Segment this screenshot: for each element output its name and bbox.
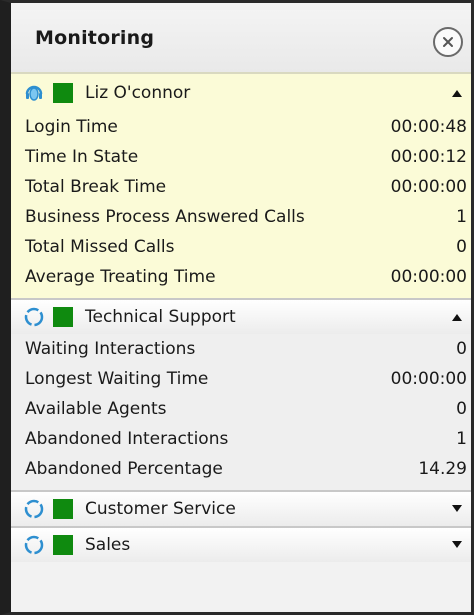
metric-value: 00:00:00 — [390, 177, 467, 197]
status-square-icon — [53, 499, 73, 519]
agent-name: Liz O'connor — [85, 83, 191, 103]
metric-value: 1 — [456, 207, 467, 227]
metric-label: Abandoned Percentage — [25, 459, 223, 479]
metric-value: 0 — [456, 339, 467, 359]
metric-value: 0 — [456, 399, 467, 419]
metric-label: Total Missed Calls — [25, 237, 175, 257]
queue-metrics: Waiting Interactions 0 Longest Waiting T… — [11, 334, 471, 490]
queue-section-sales: Sales — [11, 526, 471, 562]
status-square-icon — [53, 83, 73, 103]
queue-section-header[interactable]: Technical Support — [11, 300, 471, 334]
metric-row: Abandoned Percentage 14.29 — [25, 454, 467, 484]
metric-label: Business Process Answered Calls — [25, 207, 305, 227]
queue-section-header[interactable]: Customer Service — [11, 492, 471, 526]
metric-value: 00:00:00 — [390, 267, 467, 287]
metric-row: Time In State 00:00:12 — [25, 142, 467, 172]
chevron-up-icon[interactable] — [451, 88, 463, 98]
queue-name: Customer Service — [85, 499, 236, 519]
metric-row: Login Time 00:00:48 — [25, 112, 467, 142]
metric-label: Longest Waiting Time — [25, 369, 209, 389]
metric-value: 14.29 — [418, 459, 467, 479]
agent-metrics: Login Time 00:00:48 Time In State 00:00:… — [11, 112, 471, 298]
panel-title: Monitoring — [35, 27, 155, 49]
queue-section-header[interactable]: Sales — [11, 528, 471, 562]
refresh-circle-icon — [24, 499, 44, 519]
metric-label: Login Time — [25, 117, 118, 137]
agent-section-header[interactable]: Liz O'connor — [11, 74, 471, 112]
metric-value: 00:00:00 — [390, 369, 467, 389]
metric-value: 0 — [456, 237, 467, 257]
status-square-icon — [53, 535, 73, 555]
metric-label: Waiting Interactions — [25, 339, 196, 359]
chevron-up-icon[interactable] — [451, 312, 463, 322]
metric-label: Time In State — [25, 147, 139, 167]
close-button[interactable] — [433, 27, 463, 57]
queue-name: Sales — [85, 535, 131, 555]
status-square-icon — [53, 307, 73, 327]
metric-label: Total Break Time — [25, 177, 167, 197]
chevron-down-icon[interactable] — [451, 540, 463, 550]
queue-name: Technical Support — [85, 307, 236, 327]
chevron-down-icon[interactable] — [451, 504, 463, 514]
refresh-circle-icon — [24, 307, 44, 327]
metric-row: Available Agents 0 — [25, 394, 467, 424]
metric-label: Available Agents — [25, 399, 167, 419]
queue-section-customer-service: Customer Service — [11, 490, 471, 526]
metric-value: 00:00:48 — [390, 117, 467, 137]
metric-row: Business Process Answered Calls 1 — [25, 202, 467, 232]
metric-row: Total Missed Calls 0 — [25, 232, 467, 262]
close-circle-icon — [443, 37, 453, 47]
metric-label: Abandoned Interactions — [25, 429, 229, 449]
refresh-circle-icon — [24, 535, 44, 555]
metric-row: Waiting Interactions 0 — [25, 334, 467, 364]
agent-section: Liz O'connor Login Time 00:00:48 Time In… — [11, 72, 471, 298]
metric-label: Average Treating Time — [25, 267, 216, 287]
monitoring-panel: Monitoring Liz O'connor Login Time 00:00… — [0, 0, 474, 615]
queue-section-technical-support: Technical Support Waiting Interactions 0… — [11, 298, 471, 490]
metric-value: 1 — [456, 429, 467, 449]
metric-value: 00:00:12 — [390, 147, 467, 167]
metric-row: Total Break Time 00:00:00 — [25, 172, 467, 202]
metric-row: Longest Waiting Time 00:00:00 — [25, 364, 467, 394]
metric-row: Average Treating Time 00:00:00 — [25, 262, 467, 292]
panel-header: Monitoring — [11, 3, 471, 72]
metric-row: Abandoned Interactions 1 — [25, 424, 467, 454]
headset-icon — [25, 85, 43, 101]
